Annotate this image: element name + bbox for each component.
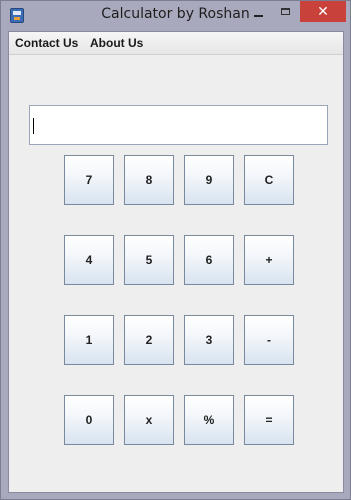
- key-3[interactable]: 3: [184, 315, 234, 365]
- menu-about-us[interactable]: About Us: [90, 36, 143, 50]
- key-minus[interactable]: -: [244, 315, 294, 365]
- key-percent[interactable]: %: [184, 395, 234, 445]
- key-7[interactable]: 7: [64, 155, 114, 205]
- key-2[interactable]: 2: [124, 315, 174, 365]
- minimize-button[interactable]: [246, 1, 270, 22]
- maximize-button[interactable]: [272, 1, 298, 22]
- key-equals[interactable]: =: [244, 395, 294, 445]
- display-input[interactable]: [29, 105, 328, 145]
- key-multiply[interactable]: x: [124, 395, 174, 445]
- maximize-icon: [280, 8, 290, 15]
- minimize-icon: [253, 14, 263, 17]
- key-6[interactable]: 6: [184, 235, 234, 285]
- calculator-window: Calculator by Roshan ✕ Contact Us About …: [0, 0, 351, 500]
- text-caret: [33, 118, 34, 134]
- key-5[interactable]: 5: [124, 235, 174, 285]
- client-area: Contact Us About Us 7 8 9 C 4 5 6 + 1 2 …: [8, 31, 344, 493]
- menu-bar: Contact Us About Us: [9, 32, 343, 55]
- key-4[interactable]: 4: [64, 235, 114, 285]
- key-clear[interactable]: C: [244, 155, 294, 205]
- menu-contact-us[interactable]: Contact Us: [15, 36, 78, 50]
- key-8[interactable]: 8: [124, 155, 174, 205]
- key-0[interactable]: 0: [64, 395, 114, 445]
- close-icon: ✕: [317, 3, 329, 20]
- key-plus[interactable]: +: [244, 235, 294, 285]
- key-1[interactable]: 1: [64, 315, 114, 365]
- title-bar[interactable]: Calculator by Roshan ✕: [1, 1, 350, 31]
- key-9[interactable]: 9: [184, 155, 234, 205]
- close-button[interactable]: ✕: [300, 1, 346, 22]
